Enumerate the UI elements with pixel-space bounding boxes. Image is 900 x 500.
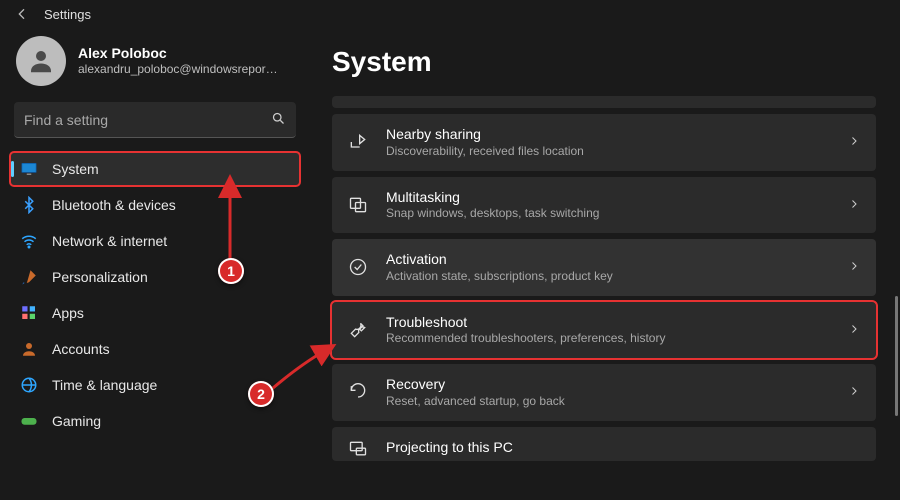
page-title: System (332, 46, 890, 78)
tile-title: Multitasking (386, 189, 830, 207)
chevron-right-icon (848, 322, 860, 338)
main-panel: System Nearby sharing Discoverability, r… (310, 26, 900, 500)
sidebar-item-label: System (52, 161, 99, 177)
sidebar-item-label: Time & language (52, 377, 157, 393)
back-icon[interactable] (14, 6, 30, 22)
wifi-icon (20, 232, 38, 250)
tile-title: Projecting to this PC (386, 439, 860, 457)
tile-subtitle: Activation state, subscriptions, product… (386, 269, 830, 284)
sidebar-item-label: Personalization (52, 269, 148, 285)
project-icon (348, 439, 368, 459)
checkmark-icon (348, 257, 368, 277)
tile-title: Nearby sharing (386, 126, 830, 144)
chevron-right-icon (848, 134, 860, 150)
user-name: Alex Poloboc (78, 45, 278, 63)
chevron-right-icon (848, 384, 860, 400)
sidebar-item-network[interactable]: Network & internet (10, 224, 300, 258)
sidebar-item-accounts[interactable]: Accounts (10, 332, 300, 366)
sidebar-item-label: Bluetooth & devices (52, 197, 176, 213)
tile-subtitle: Discoverability, received files location (386, 144, 830, 159)
recovery-icon (348, 382, 368, 402)
tile-nearby-sharing[interactable]: Nearby sharing Discoverability, received… (332, 114, 876, 171)
globe-clock-icon (20, 376, 38, 394)
app-title: Settings (44, 7, 91, 22)
avatar (16, 36, 66, 86)
tile-multitasking[interactable]: Multitasking Snap windows, desktops, tas… (332, 177, 876, 234)
person-icon (20, 340, 38, 358)
tile-subtitle: Recommended troubleshooters, preferences… (386, 331, 830, 346)
chevron-right-icon (848, 197, 860, 213)
paintbrush-icon (20, 268, 38, 286)
search-placeholder: Find a setting (24, 112, 271, 128)
tile-subtitle: Snap windows, desktops, task switching (386, 206, 830, 221)
tile-title: Troubleshoot (386, 314, 830, 332)
sidebar-item-label: Gaming (52, 413, 101, 429)
list-item[interactable] (332, 96, 876, 108)
tile-title: Recovery (386, 376, 830, 394)
wrench-icon (348, 320, 368, 340)
sidebar-item-label: Network & internet (52, 233, 167, 249)
search-input[interactable]: Find a setting (14, 102, 296, 138)
sidebar-item-personalization[interactable]: Personalization (10, 260, 300, 294)
tile-subtitle: Reset, advanced startup, go back (386, 394, 830, 409)
bluetooth-icon (20, 196, 38, 214)
tile-troubleshoot[interactable]: Troubleshoot Recommended troubleshooters… (332, 302, 876, 359)
account-header[interactable]: Alex Poloboc alexandru_poloboc@windowsre… (10, 32, 300, 96)
sidebar-item-bluetooth[interactable]: Bluetooth & devices (10, 188, 300, 222)
tile-title: Activation (386, 251, 830, 269)
sidebar-item-label: Apps (52, 305, 84, 321)
sidebar-item-gaming[interactable]: Gaming (10, 404, 300, 438)
gamepad-icon (20, 412, 38, 430)
sidebar-item-apps[interactable]: Apps (10, 296, 300, 330)
sidebar-item-label: Accounts (52, 341, 110, 357)
sidebar-item-system[interactable]: System (10, 152, 300, 186)
tile-activation[interactable]: Activation Activation state, subscriptio… (332, 239, 876, 296)
tile-projecting[interactable]: Projecting to this PC (332, 427, 876, 461)
tile-recovery[interactable]: Recovery Reset, advanced startup, go bac… (332, 364, 876, 421)
annotation-step-2: 2 (248, 381, 274, 407)
multitask-icon (348, 195, 368, 215)
share-icon (348, 132, 368, 152)
search-icon (271, 111, 286, 129)
chevron-right-icon (848, 259, 860, 275)
scrollbar[interactable] (895, 296, 898, 416)
user-email: alexandru_poloboc@windowsreport... (78, 62, 278, 77)
monitor-icon (20, 160, 38, 178)
annotation-step-1: 1 (218, 258, 244, 284)
apps-icon (20, 304, 38, 322)
sidebar: Alex Poloboc alexandru_poloboc@windowsre… (0, 26, 310, 500)
